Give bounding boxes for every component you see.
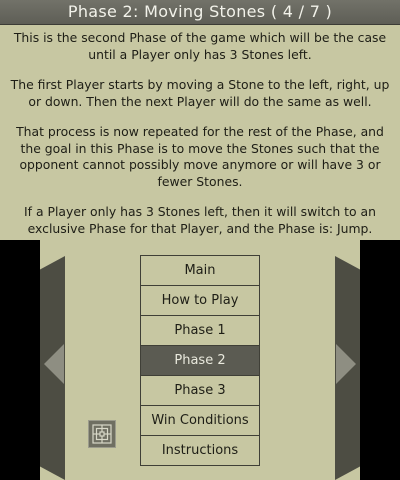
page-title: Phase 2: Moving Stones ( 4 / 7 ) [0, 0, 400, 25]
board-grid-icon [92, 424, 112, 444]
board-view-button[interactable] [88, 420, 116, 448]
left-arrow-icon[interactable] [44, 344, 64, 384]
phase-description: This is the second Phase of the game whi… [6, 30, 394, 251]
description-paragraph-2: The first Player starts by moving a Ston… [10, 77, 390, 109]
menu-item-phase-3[interactable]: Phase 3 [140, 375, 260, 406]
chapter-menu: Main How to Play Phase 1 Phase 2 Phase 3… [140, 255, 260, 466]
description-paragraph-4: If a Player only has 3 Stones left, then… [24, 204, 376, 236]
menu-item-win-conditions[interactable]: Win Conditions [140, 405, 260, 436]
description-paragraph-3: That process is now repeated for the res… [16, 124, 384, 189]
right-side-bar [360, 240, 400, 480]
left-side-bar [0, 240, 40, 480]
menu-item-main[interactable]: Main [140, 255, 260, 286]
description-paragraph-1: This is the second Phase of the game whi… [13, 30, 387, 62]
bottom-screen: Main How to Play Phase 1 Phase 2 Phase 3… [0, 240, 400, 480]
right-arrow-icon[interactable] [336, 344, 356, 384]
menu-item-phase-2[interactable]: Phase 2 [140, 345, 260, 376]
menu-item-phase-1[interactable]: Phase 1 [140, 315, 260, 346]
menu-item-instructions[interactable]: Instructions [140, 435, 260, 466]
menu-item-how-to-play[interactable]: How to Play [140, 285, 260, 316]
